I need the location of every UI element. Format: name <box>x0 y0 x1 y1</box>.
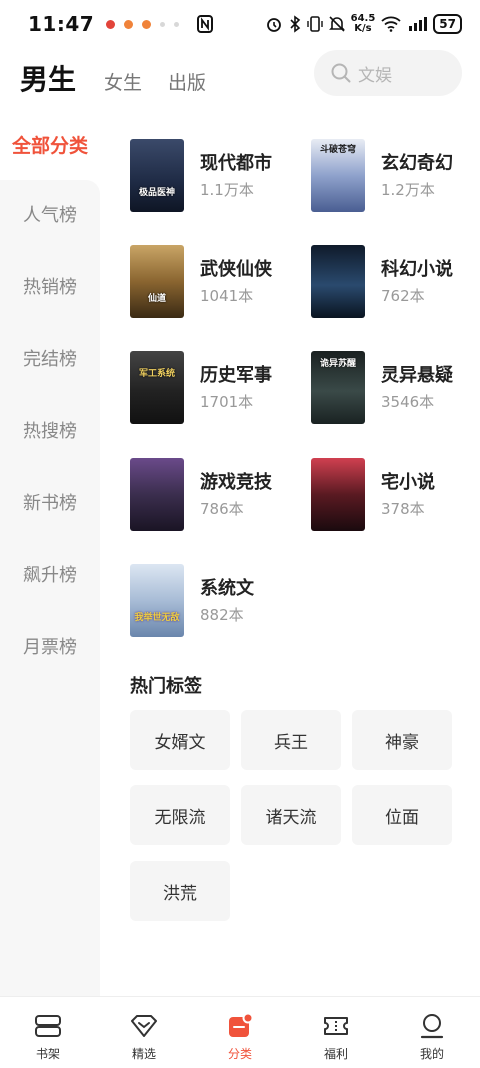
category-name: 灵异悬疑 <box>381 365 453 386</box>
nav-profile[interactable]: 我的 <box>384 997 480 1068</box>
tag-chip[interactable]: 神豪 <box>352 710 452 770</box>
sidebar-item-bestselling[interactable]: 热销榜 <box>0 266 100 306</box>
battery-indicator: 57 <box>433 14 462 34</box>
cover-title: 我举世无敌 <box>134 613 180 623</box>
sidebar-item-popular[interactable]: 人气榜 <box>0 194 100 234</box>
nav-label: 分类 <box>227 1047 252 1061</box>
category-name: 历史军事 <box>200 365 272 386</box>
category-name: 游戏竞技 <box>200 472 272 493</box>
status-time: 11:47 <box>28 12 95 36</box>
tag-chip[interactable]: 兵王 <box>241 710 341 770</box>
category-count: 1041本 <box>200 287 254 305</box>
nav-label: 福利 <box>323 1047 348 1061</box>
cellular-signal-icon <box>407 16 428 32</box>
sidebar-item-all-categories[interactable]: 全部分类 <box>0 108 100 180</box>
nav-bookshelf[interactable]: 书架 <box>0 997 96 1068</box>
category-count: 1.2万本 <box>381 181 435 199</box>
tab-female[interactable]: 女生 <box>104 68 142 95</box>
nav-label: 我的 <box>419 1047 444 1061</box>
category-name: 武侠仙侠 <box>200 259 272 280</box>
cover-title: 斗破苍穹 <box>319 145 356 155</box>
category-count: 378本 <box>381 500 425 518</box>
network-speed: 64.5 K/s <box>350 13 376 34</box>
nav-featured[interactable]: 精选 <box>96 997 192 1068</box>
book-cover: 仙道 <box>130 245 184 318</box>
category-name: 系统文 <box>200 578 254 599</box>
category-name: 玄幻奇幻 <box>381 153 453 174</box>
category-item[interactable]: 科幻小说 762本 <box>311 245 480 321</box>
mute-icon <box>328 15 345 33</box>
category-item[interactable]: 诡异苏醒 灵异悬疑 3546本 <box>311 351 480 427</box>
cover-title: 军工系统 <box>138 369 175 379</box>
tab-male[interactable]: 男生 <box>20 58 76 98</box>
book-cover: 我举世无敌 <box>130 564 184 637</box>
bottom-navigation: 书架 精选 分类 福利 我的 <box>0 996 480 1068</box>
book-cover <box>311 245 365 318</box>
category-name: 宅小说 <box>381 472 435 493</box>
category-count: 882本 <box>200 606 244 624</box>
sidebar-item-hot-search[interactable]: 热搜榜 <box>0 410 100 450</box>
cover-title: 极品医神 <box>138 188 175 198</box>
notification-dot-icon <box>142 19 152 29</box>
tag-chip[interactable]: 无限流 <box>130 785 230 845</box>
tag-chip[interactable]: 洪荒 <box>130 861 230 921</box>
book-cover: 军工系统 <box>130 351 184 424</box>
category-count: 3546本 <box>381 393 435 411</box>
sidebar-item-rising[interactable]: 飙升榜 <box>0 554 100 594</box>
category-item[interactable]: 宅小说 378本 <box>311 458 480 534</box>
category-count: 762本 <box>381 287 425 305</box>
search-icon <box>331 63 351 83</box>
alarm-icon <box>265 15 283 33</box>
book-cover <box>311 458 365 531</box>
category-icon <box>229 1013 254 1037</box>
category-name: 科幻小说 <box>381 259 453 280</box>
category-item[interactable]: 仙道 武侠仙侠 1041本 <box>130 245 300 321</box>
tag-chip[interactable]: 诸天流 <box>241 785 341 845</box>
category-sidebar: 全部分类 人气榜 热销榜 完结榜 热搜榜 新书榜 飙升榜 月票榜 <box>0 108 100 996</box>
tag-chip[interactable]: 女婿文 <box>130 710 230 770</box>
sidebar-item-monthly-ticket[interactable]: 月票榜 <box>0 626 100 666</box>
book-cover: 极品医神 <box>130 139 184 212</box>
category-name: 现代都市 <box>200 153 272 174</box>
bookshelf-icon <box>35 1015 61 1037</box>
category-item[interactable]: 游戏竞技 786本 <box>130 458 300 534</box>
status-bar: 11:47 64.5 K/s 57 <box>0 0 480 48</box>
sidebar-item-completed[interactable]: 完结榜 <box>0 338 100 378</box>
category-count: 1701本 <box>200 393 254 411</box>
category-item[interactable]: 斗破苍穹 玄幻奇幻 1.2万本 <box>311 139 480 215</box>
notification-dot-icon <box>174 21 180 27</box>
search-placeholder: 文娱 <box>358 65 392 86</box>
nfc-icon <box>197 15 214 33</box>
category-count: 786本 <box>200 500 244 518</box>
wifi-icon <box>381 16 401 32</box>
cover-title: 诡异苏醒 <box>319 359 356 369</box>
nav-label: 精选 <box>131 1047 156 1061</box>
bluetooth-icon <box>289 15 301 33</box>
nav-welfare[interactable]: 福利 <box>288 997 384 1068</box>
nav-category[interactable]: 分类 <box>192 997 288 1068</box>
category-item[interactable]: 我举世无敌 系统文 882本 <box>130 564 300 640</box>
diamond-icon <box>131 1015 157 1037</box>
notification-dot-icon <box>106 19 116 29</box>
category-item[interactable]: 极品医神 现代都市 1.1万本 <box>130 139 300 215</box>
book-cover: 诡异苏醒 <box>311 351 365 424</box>
tag-chip[interactable]: 位面 <box>352 785 452 845</box>
category-count: 1.1万本 <box>200 181 254 199</box>
nav-label: 书架 <box>35 1047 60 1061</box>
ticket-icon <box>324 1017 348 1035</box>
tab-publish[interactable]: 出版 <box>168 68 206 95</box>
category-item[interactable]: 军工系统 历史军事 1701本 <box>130 351 300 427</box>
sidebar-item-new-books[interactable]: 新书榜 <box>0 482 100 522</box>
book-cover <box>130 458 184 531</box>
hot-tags-title: 热门标签 <box>130 676 202 697</box>
notification-dot-icon <box>160 21 166 27</box>
notification-dot-icon <box>124 19 134 29</box>
book-cover: 斗破苍穹 <box>311 139 365 212</box>
cover-title: 仙道 <box>147 294 166 304</box>
vibrate-icon <box>306 15 323 33</box>
search-bar[interactable]: 文娱 <box>314 50 462 96</box>
profile-icon <box>420 1014 444 1039</box>
sidebar-list: 人气榜 热销榜 完结榜 热搜榜 新书榜 飙升榜 月票榜 <box>0 180 100 996</box>
